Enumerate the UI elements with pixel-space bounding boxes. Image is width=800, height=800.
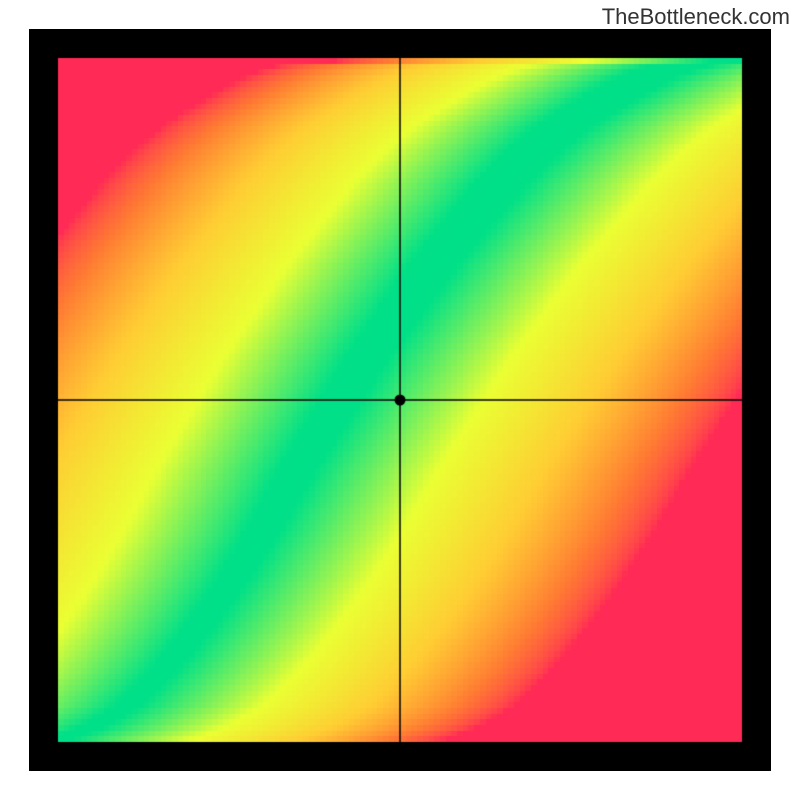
chart-container: TheBottleneck.com (0, 0, 800, 800)
plot-frame (29, 29, 771, 771)
watermark-label: TheBottleneck.com (602, 4, 790, 30)
heatmap-canvas (29, 29, 771, 771)
